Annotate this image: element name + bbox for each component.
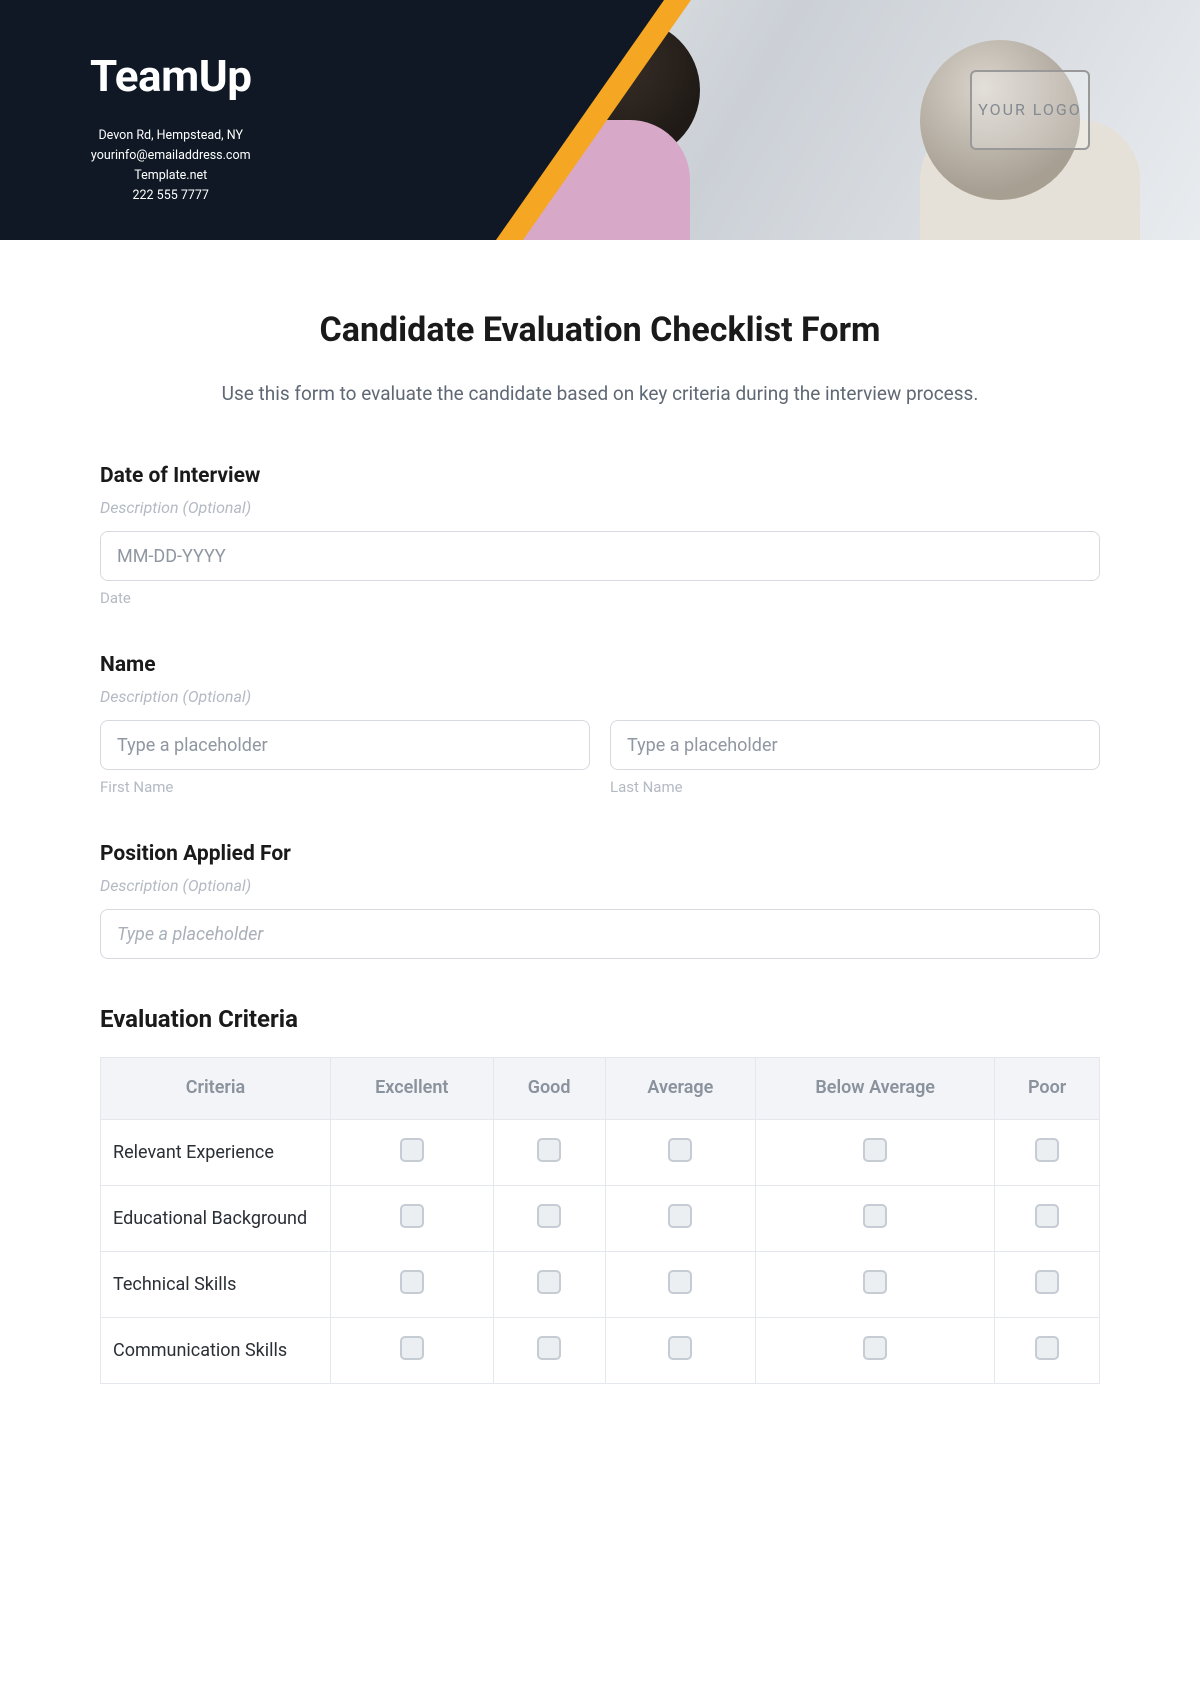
evaluation-table: Criteria Excellent Good Average Below Av… bbox=[100, 1057, 1100, 1383]
form-content: Candidate Evaluation Checklist Form Use … bbox=[0, 240, 1200, 1424]
date-label: Date of Interview bbox=[100, 464, 1100, 488]
field-date-of-interview: Date of Interview Description (Optional)… bbox=[100, 464, 1100, 607]
table-row: Educational Background bbox=[101, 1185, 1100, 1251]
rating-cell bbox=[995, 1251, 1100, 1317]
brand-phone: 222 555 7777 bbox=[90, 186, 251, 206]
checkbox[interactable] bbox=[537, 1336, 561, 1360]
checkbox[interactable] bbox=[537, 1138, 561, 1162]
rating-cell bbox=[331, 1317, 494, 1383]
checkbox[interactable] bbox=[863, 1270, 887, 1294]
checkbox[interactable] bbox=[400, 1204, 424, 1228]
position-input[interactable] bbox=[100, 909, 1100, 959]
checkbox[interactable] bbox=[1035, 1270, 1059, 1294]
checkbox[interactable] bbox=[863, 1204, 887, 1228]
rating-cell bbox=[995, 1119, 1100, 1185]
rating-cell bbox=[493, 1119, 605, 1185]
date-sublabel: Date bbox=[100, 589, 1100, 607]
evaluation-section-title: Evaluation Criteria bbox=[100, 1005, 1100, 1033]
eval-header-criteria: Criteria bbox=[101, 1058, 331, 1119]
checkbox[interactable] bbox=[537, 1204, 561, 1228]
checkbox[interactable] bbox=[1035, 1204, 1059, 1228]
criteria-cell: Relevant Experience bbox=[101, 1119, 331, 1185]
first-name-input[interactable] bbox=[100, 720, 590, 770]
field-name: Name Description (Optional) First Name L… bbox=[100, 653, 1100, 796]
rating-cell bbox=[605, 1317, 755, 1383]
rating-cell bbox=[493, 1251, 605, 1317]
rating-cell bbox=[756, 1185, 995, 1251]
rating-cell bbox=[331, 1119, 494, 1185]
form-description: Use this form to evaluate the candidate … bbox=[190, 378, 1010, 410]
header-banner: TeamUp Devon Rd, Hempstead, NY yourinfo@… bbox=[0, 0, 1200, 240]
checkbox[interactable] bbox=[668, 1336, 692, 1360]
last-name-sublabel: Last Name bbox=[610, 778, 1100, 796]
last-name-input[interactable] bbox=[610, 720, 1100, 770]
rating-cell bbox=[756, 1251, 995, 1317]
eval-header-excellent: Excellent bbox=[331, 1058, 494, 1119]
brand-contact: Devon Rd, Hempstead, NY yourinfo@emailad… bbox=[90, 126, 251, 206]
field-position: Position Applied For Description (Option… bbox=[100, 842, 1100, 959]
form-title: Candidate Evaluation Checklist Form bbox=[100, 310, 1100, 350]
rating-cell bbox=[331, 1185, 494, 1251]
checkbox[interactable] bbox=[400, 1336, 424, 1360]
table-row: Communication Skills bbox=[101, 1317, 1100, 1383]
checkbox[interactable] bbox=[668, 1270, 692, 1294]
brand-address: Devon Rd, Hempstead, NY bbox=[90, 126, 251, 146]
first-name-sublabel: First Name bbox=[100, 778, 590, 796]
name-helper: Description (Optional) bbox=[100, 687, 1100, 706]
position-label: Position Applied For bbox=[100, 842, 1100, 866]
rating-cell bbox=[995, 1185, 1100, 1251]
table-row: Relevant Experience bbox=[101, 1119, 1100, 1185]
eval-header-good: Good bbox=[493, 1058, 605, 1119]
brand-site: Template.net bbox=[90, 166, 251, 186]
logo-placeholder[interactable]: YOUR LOGO bbox=[970, 70, 1090, 150]
table-row: Technical Skills bbox=[101, 1251, 1100, 1317]
brand-name: TeamUp bbox=[90, 50, 251, 102]
checkbox[interactable] bbox=[668, 1204, 692, 1228]
checkbox[interactable] bbox=[400, 1270, 424, 1294]
rating-cell bbox=[605, 1251, 755, 1317]
rating-cell bbox=[605, 1185, 755, 1251]
rating-cell bbox=[331, 1251, 494, 1317]
checkbox[interactable] bbox=[863, 1138, 887, 1162]
criteria-cell: Educational Background bbox=[101, 1185, 331, 1251]
checkbox[interactable] bbox=[537, 1270, 561, 1294]
checkbox[interactable] bbox=[1035, 1138, 1059, 1162]
checkbox[interactable] bbox=[400, 1138, 424, 1162]
criteria-cell: Technical Skills bbox=[101, 1251, 331, 1317]
rating-cell bbox=[605, 1119, 755, 1185]
checkbox[interactable] bbox=[668, 1138, 692, 1162]
rating-cell bbox=[493, 1185, 605, 1251]
checkbox[interactable] bbox=[1035, 1336, 1059, 1360]
checkbox[interactable] bbox=[863, 1336, 887, 1360]
date-input[interactable] bbox=[100, 531, 1100, 581]
eval-header-average: Average bbox=[605, 1058, 755, 1119]
rating-cell bbox=[995, 1317, 1100, 1383]
eval-header-row: Criteria Excellent Good Average Below Av… bbox=[101, 1058, 1100, 1119]
brand-email: yourinfo@emailaddress.com bbox=[90, 146, 251, 166]
position-helper: Description (Optional) bbox=[100, 876, 1100, 895]
criteria-cell: Communication Skills bbox=[101, 1317, 331, 1383]
rating-cell bbox=[756, 1119, 995, 1185]
date-helper: Description (Optional) bbox=[100, 498, 1100, 517]
eval-header-poor: Poor bbox=[995, 1058, 1100, 1119]
name-label: Name bbox=[100, 653, 1100, 677]
brand-block: TeamUp Devon Rd, Hempstead, NY yourinfo@… bbox=[90, 50, 251, 206]
eval-header-below-average: Below Average bbox=[756, 1058, 995, 1119]
rating-cell bbox=[493, 1317, 605, 1383]
rating-cell bbox=[756, 1317, 995, 1383]
